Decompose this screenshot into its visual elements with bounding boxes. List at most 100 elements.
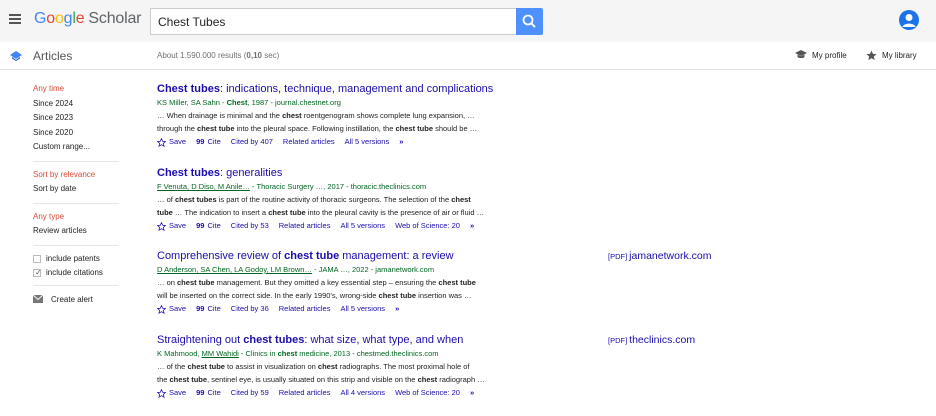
my-library-label: My library xyxy=(882,51,917,60)
divider xyxy=(33,244,119,246)
all-versions-link[interactable]: All 4 versions xyxy=(340,387,385,399)
result-snippet: … of the chest tube to assist in visuali… xyxy=(157,362,470,371)
search-icon xyxy=(522,14,536,28)
divider xyxy=(33,160,119,162)
quote-icon: 99 xyxy=(196,304,205,313)
result-snippet: through the chest tube into the pleural … xyxy=(157,124,478,133)
related-articles-link[interactable]: Related articles xyxy=(283,136,335,148)
include-patents-label: include patents xyxy=(46,253,100,263)
quote-icon: 99 xyxy=(196,137,205,146)
result-actions: Save 99 Cite Cited by 407 Related article… xyxy=(157,136,607,148)
cite-button[interactable]: 99 Cite xyxy=(196,136,221,148)
search-result: Comprehensive review of chest tube manag… xyxy=(157,249,607,315)
create-alert-label: Create alert xyxy=(51,294,93,304)
include-patents-checkbox[interactable]: include patents xyxy=(33,252,123,267)
graduation-cap-icon xyxy=(795,50,807,59)
search-field[interactable] xyxy=(150,8,517,35)
result-snippet: tube … The indication to insert a chest … xyxy=(157,208,485,217)
all-versions-link[interactable]: All 5 versions xyxy=(345,136,390,148)
sort-filter-group: Sort by relevance Sort by date xyxy=(33,168,123,197)
search-input[interactable] xyxy=(151,9,517,34)
pdf-link[interactable]: [PDF] jamanetwork.com xyxy=(608,250,711,262)
result-authors: D Anderson, SA Chen, LA Godoy, LM Brown…… xyxy=(157,265,435,274)
related-articles-link[interactable]: Related articles xyxy=(279,303,331,315)
star-outline-icon xyxy=(157,221,166,231)
my-library-link[interactable]: My library xyxy=(866,50,917,61)
all-versions-link[interactable]: All 5 versions xyxy=(340,303,385,315)
filter-since-2024[interactable]: Since 2024 xyxy=(33,97,123,112)
filters-sidebar: Any time Since 2024 Since 2023 Since 202… xyxy=(33,82,123,304)
divider xyxy=(33,202,119,204)
filter-any-time[interactable]: Any time xyxy=(33,82,123,97)
checkbox-checked[interactable]: ✓ xyxy=(33,268,42,278)
save-button[interactable]: Save xyxy=(157,220,186,232)
result-snippet: will be inserted on the correct side. In… xyxy=(157,291,472,300)
divider xyxy=(33,284,119,286)
star-outline-icon xyxy=(157,137,166,147)
menu-icon[interactable] xyxy=(9,14,21,24)
web-of-science-link[interactable]: Web of Science: 20 xyxy=(395,220,460,232)
checkbox-unchecked[interactable] xyxy=(33,254,41,263)
all-versions-link[interactable]: All 5 versions xyxy=(340,220,385,232)
type-filter-group: Any type Review articles xyxy=(33,210,123,239)
cite-button[interactable]: 99 Cite xyxy=(196,387,221,399)
quote-icon: 99 xyxy=(196,388,205,397)
envelope-icon xyxy=(33,295,43,303)
avatar-icon[interactable] xyxy=(899,10,919,30)
more-actions-icon[interactable]: » xyxy=(399,136,403,148)
filter-any-type[interactable]: Any type xyxy=(33,210,123,225)
more-actions-icon[interactable]: » xyxy=(395,303,399,315)
my-profile-link[interactable]: My profile xyxy=(795,50,847,60)
related-articles-link[interactable]: Related articles xyxy=(279,220,331,232)
create-alert-button[interactable]: Create alert xyxy=(33,295,123,304)
include-citations-label: include citations xyxy=(46,268,103,277)
star-outline-icon xyxy=(157,388,166,398)
result-title[interactable]: Chest tubes: generalities xyxy=(157,166,607,180)
result-authors: KS Miller, SA Sahn - Chest, 1987 - journ… xyxy=(157,98,341,107)
search-button[interactable] xyxy=(516,8,543,35)
star-outline-icon xyxy=(157,304,166,314)
save-button[interactable]: Save xyxy=(157,136,186,148)
top-header: Google Scholar xyxy=(0,0,936,42)
search-result: Chest tubes: generalities F Venuta, D Di… xyxy=(157,166,607,232)
save-button[interactable]: Save xyxy=(157,303,186,315)
sub-header: Articles About 1.590.000 results (0,10 s… xyxy=(0,42,936,70)
cited-by-link[interactable]: Cited by 59 xyxy=(231,387,269,399)
sort-by-relevance[interactable]: Sort by relevance xyxy=(33,168,123,183)
result-title[interactable]: Straightening out chest tubes: what size… xyxy=(157,333,607,347)
include-citations-checkbox[interactable]: ✓ include citations xyxy=(33,266,123,281)
filter-since-2023[interactable]: Since 2023 xyxy=(33,111,123,126)
quote-icon: 99 xyxy=(196,221,205,230)
result-actions: Save 99 Cite Cited by 36 Related articles… xyxy=(157,303,607,315)
more-actions-icon[interactable]: » xyxy=(470,220,474,232)
search-result: Chest tubes: indications, technique, man… xyxy=(157,82,607,148)
pdf-link[interactable]: [PDF] theclinics.com xyxy=(608,334,695,346)
result-title[interactable]: Comprehensive review of chest tube manag… xyxy=(157,249,607,263)
cite-button[interactable]: 99 Cite xyxy=(196,303,221,315)
my-profile-label: My profile xyxy=(812,50,847,60)
filter-custom-range[interactable]: Custom range... xyxy=(33,140,123,155)
more-actions-icon[interactable]: » xyxy=(470,387,474,399)
google-scholar-logo[interactable]: Google Scholar xyxy=(34,10,141,28)
section-label: Articles xyxy=(33,49,73,63)
scholar-articles-icon xyxy=(10,51,22,61)
search-result: Straightening out chest tubes: what size… xyxy=(157,333,607,399)
cite-button[interactable]: 99 Cite xyxy=(196,220,221,232)
cited-by-link[interactable]: Cited by 407 xyxy=(231,136,273,148)
result-authors: K Mahmood, MM Wahidi - Clinics in chest … xyxy=(157,349,439,358)
cited-by-link[interactable]: Cited by 36 xyxy=(231,303,269,315)
result-snippet: … of chest tubes is part of the routine … xyxy=(157,195,471,204)
result-snippet: the chest tube, sentinel eye, is usually… xyxy=(157,375,485,384)
web-of-science-link[interactable]: Web of Science: 20 xyxy=(395,387,460,399)
related-articles-link[interactable]: Related articles xyxy=(279,387,331,399)
filter-review-articles[interactable]: Review articles xyxy=(33,224,123,239)
time-filter-group: Any time Since 2024 Since 2023 Since 202… xyxy=(33,82,123,155)
save-button[interactable]: Save xyxy=(157,387,186,399)
result-snippet: … on chest tube management. But they omi… xyxy=(157,278,476,287)
cited-by-link[interactable]: Cited by 53 xyxy=(231,220,269,232)
filter-since-2020[interactable]: Since 2020 xyxy=(33,126,123,141)
result-snippet: … When drainage is minimal and the chest… xyxy=(157,111,475,120)
result-title[interactable]: Chest tubes: indications, technique, man… xyxy=(157,82,607,96)
sort-by-date[interactable]: Sort by date xyxy=(33,182,123,197)
result-authors: F Venuta, D Diso, M Anile… - Thoracic Su… xyxy=(157,182,427,191)
